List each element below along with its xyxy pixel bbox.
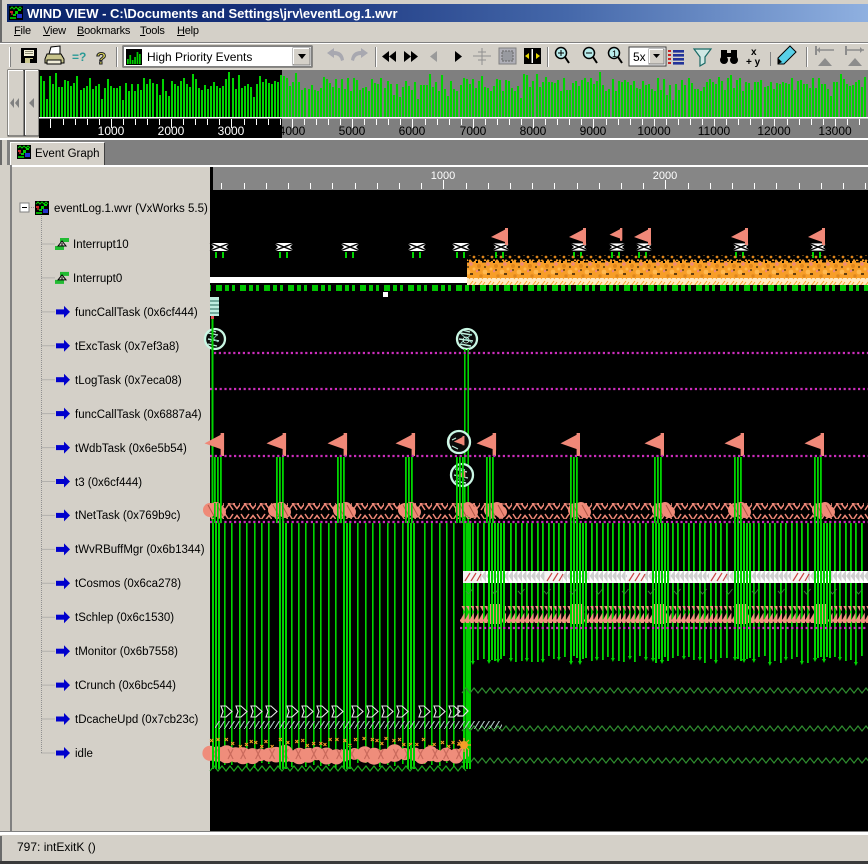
- svg-text:tMonitor (0x6b7558): tMonitor (0x6b7558): [75, 646, 178, 658]
- svg-text:12000: 12000: [757, 124, 791, 138]
- svg-text:tNetTask (0x769b9c): tNetTask (0x769b9c): [75, 510, 181, 522]
- svg-text:tExcTask (0x7ef3a8): tExcTask (0x7ef3a8): [75, 341, 179, 353]
- svg-text:High Priority Events: High Priority Events: [147, 50, 252, 64]
- svg-text:1: 1: [612, 49, 617, 59]
- svg-text:tCrunch (0x6bc544): tCrunch (0x6bc544): [75, 680, 176, 692]
- svg-text:tWdbTask (0x6e5b54): tWdbTask (0x6e5b54): [75, 443, 187, 455]
- svg-text:?: ?: [96, 49, 106, 68]
- svg-text:7000: 7000: [460, 124, 487, 138]
- svg-text:6000: 6000: [399, 124, 426, 138]
- svg-text:idle: idle: [75, 748, 93, 760]
- svg-text:1000: 1000: [431, 170, 455, 182]
- svg-text:tSchlep (0x6c1530): tSchlep (0x6c1530): [75, 612, 174, 624]
- svg-text:eventLog.1.wvr (VxWorks 5.5): eventLog.1.wvr (VxWorks 5.5): [54, 203, 208, 215]
- svg-text:3000: 3000: [218, 124, 245, 138]
- svg-text:5000: 5000: [339, 124, 366, 138]
- svg-text:4000: 4000: [279, 124, 306, 138]
- svg-text:5x: 5x: [633, 50, 646, 64]
- svg-text:+ y: + y: [746, 57, 761, 68]
- svg-text:11000: 11000: [698, 124, 731, 138]
- svg-text:=?: =?: [72, 50, 86, 64]
- svg-text:tDcacheUpd (0x7cb23c): tDcacheUpd (0x7cb23c): [75, 714, 199, 726]
- svg-text:2000: 2000: [158, 124, 185, 138]
- svg-text:2000: 2000: [653, 170, 677, 182]
- svg-text:t3 (0x6cf444): t3 (0x6cf444): [75, 477, 142, 489]
- svg-text:tLogTask (0x7eca08): tLogTask (0x7eca08): [75, 375, 182, 387]
- svg-text:Interrupt0: Interrupt0: [73, 273, 122, 285]
- svg-text:13000: 13000: [818, 124, 852, 138]
- svg-text:9000: 9000: [580, 124, 607, 138]
- svg-text:funcCallTask (0x6cf444): funcCallTask (0x6cf444): [75, 307, 198, 319]
- svg-text:1000: 1000: [98, 124, 125, 138]
- svg-text:Interrupt10: Interrupt10: [73, 239, 129, 251]
- svg-text:10000: 10000: [637, 124, 671, 138]
- svg-text:funcCallTask (0x6887a4): funcCallTask (0x6887a4): [75, 409, 202, 421]
- svg-text:tWvRBuffMgr (0x6b1344): tWvRBuffMgr (0x6b1344): [75, 544, 205, 556]
- svg-text:tCosmos (0x6ca278): tCosmos (0x6ca278): [75, 578, 181, 590]
- svg-text:8000: 8000: [520, 124, 547, 138]
